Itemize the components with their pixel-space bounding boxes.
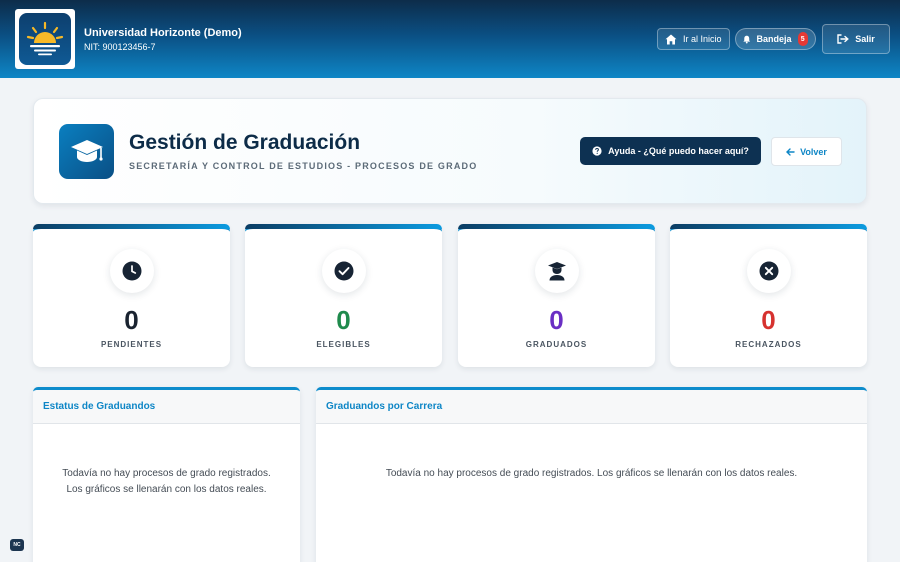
university-logo[interactable] xyxy=(15,9,75,69)
inbox-count-badge: 5 xyxy=(797,32,808,46)
university-name: Universidad Horizonte (Demo) xyxy=(84,27,242,39)
top-bar: Universidad Horizonte (Demo) NIT: 900123… xyxy=(0,0,900,78)
stat-label-rejected: RECHAZADOS xyxy=(735,340,802,349)
university-nit: NIT: 900123456-7 xyxy=(84,42,156,52)
graduates-status-panel: Estatus de Graduandos Todavía no hay pro… xyxy=(33,387,300,562)
graduation-cap-icon xyxy=(59,124,114,179)
stat-value-eligible: 0 xyxy=(336,305,351,335)
home-button[interactable]: Ir al Inicio xyxy=(657,28,730,50)
logout-button[interactable]: Salir xyxy=(822,24,890,54)
check-circle-icon xyxy=(322,249,366,293)
stat-value-pending: 0 xyxy=(124,305,139,335)
graduates-by-career-panel: Graduandos por Carrera Todavía no hay pr… xyxy=(316,387,867,562)
stat-label-eligible: ELEGIBLES xyxy=(316,340,371,349)
graduates-by-career-title: Graduandos por Carrera xyxy=(316,390,867,424)
sign-out-icon xyxy=(837,34,850,44)
brand-block: Universidad Horizonte (Demo) NIT: 900123… xyxy=(84,27,242,53)
question-circle-icon xyxy=(592,146,602,156)
x-circle-icon xyxy=(747,249,791,293)
stat-card-graduated: 0 GRADUADOS xyxy=(458,224,655,367)
graduates-by-career-empty-message: Todavía no hay procesos de grado registr… xyxy=(385,468,798,479)
sunrise-logo-icon xyxy=(19,13,71,65)
stat-card-rejected: 0 RECHAZADOS xyxy=(670,224,867,367)
bell-icon xyxy=(743,35,751,43)
graduates-status-empty-message: Todavía no hay procesos de grado registr… xyxy=(62,468,271,495)
home-button-label: Ir al Inicio xyxy=(683,34,722,44)
stat-card-eligible: 0 ELEGIBLES xyxy=(245,224,442,367)
graduate-icon xyxy=(535,249,579,293)
help-button-label: Ayuda - ¿Qué puedo hacer aquí? xyxy=(608,146,749,156)
page-title: Gestión de Graduación xyxy=(129,131,361,154)
graduates-status-title: Estatus de Graduandos xyxy=(33,390,300,424)
clock-icon xyxy=(110,249,154,293)
page-subtitle: SECRETARÍA Y CONTROL DE ESTUDIOS - PROCE… xyxy=(129,161,478,171)
inbox-button-label: Bandeja xyxy=(756,34,792,44)
home-icon xyxy=(665,34,677,44)
stat-value-rejected: 0 xyxy=(761,305,776,335)
back-button[interactable]: Volver xyxy=(771,137,842,166)
inbox-button[interactable]: Bandeja 5 xyxy=(735,28,816,50)
back-button-label: Volver xyxy=(800,146,827,157)
arrow-left-icon xyxy=(786,147,795,156)
stat-card-pending: 0 PENDIENTES xyxy=(33,224,230,367)
stat-value-graduated: 0 xyxy=(549,305,564,335)
stat-label-pending: PENDIENTES xyxy=(100,340,163,349)
nc-badge[interactable]: NC xyxy=(10,539,24,551)
help-button[interactable]: Ayuda - ¿Qué puedo hacer aquí? xyxy=(580,137,761,165)
page-header-card: Gestión de Graduación SECRETARÍA Y CONTR… xyxy=(33,98,867,204)
logout-button-label: Salir xyxy=(855,34,875,44)
stat-label-graduated: GRADUADOS xyxy=(525,340,588,349)
